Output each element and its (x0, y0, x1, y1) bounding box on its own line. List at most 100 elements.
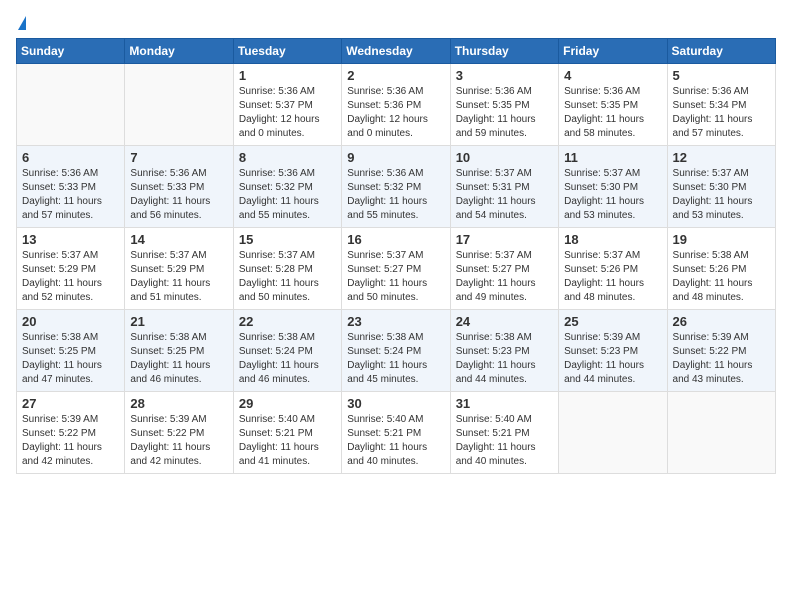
day-detail: Sunrise: 5:36 AM Sunset: 5:35 PM Dayligh… (564, 85, 661, 141)
calendar-cell: 16Sunrise: 5:37 AM Sunset: 5:27 PM Dayli… (342, 228, 450, 310)
calendar-cell (17, 64, 125, 146)
calendar-week-row: 20 Sunrise: 5:38 AM Sunset: 5:25 PM Dayli… (17, 310, 776, 392)
logo-triangle-icon (18, 16, 26, 30)
calendar-week-row: 13 Sunrise: 5:37 AM Sunset: 5:29 PM Dayli… (17, 228, 776, 310)
calendar-cell: 28 Sunrise: 5:39 AM Sunset: 5:22 PM Dayli… (125, 392, 233, 474)
day-number: 31 (456, 396, 553, 411)
weekday-header: Monday (125, 39, 233, 64)
day-detail: Sunrise: 5:39 AM Sunset: 5:22 PM Dayligh… (673, 331, 770, 387)
calendar-table: SundayMondayTuesdayWednesdayThursdayFrid… (16, 38, 776, 474)
day-number: 21 (130, 314, 227, 329)
day-detail: Sunrise: 5:38 AM Sunset: 5:23 PM Dayligh… (456, 331, 553, 387)
calendar-cell: 26Sunrise: 5:39 AM Sunset: 5:22 PM Dayli… (667, 310, 775, 392)
day-detail: Sunrise: 5:36 AM Sunset: 5:34 PM Dayligh… (673, 85, 770, 141)
day-number: 29 (239, 396, 336, 411)
calendar-cell: 13 Sunrise: 5:37 AM Sunset: 5:29 PM Dayli… (17, 228, 125, 310)
calendar-cell: 30Sunrise: 5:40 AM Sunset: 5:21 PM Dayli… (342, 392, 450, 474)
day-number: 4 (564, 68, 661, 83)
day-detail: Sunrise: 5:40 AM Sunset: 5:21 PM Dayligh… (347, 413, 444, 469)
calendar-cell: 2 Sunrise: 5:36 AM Sunset: 5:36 PM Daylig… (342, 64, 450, 146)
day-number: 9 (347, 150, 444, 165)
calendar-cell: 21Sunrise: 5:38 AM Sunset: 5:25 PM Dayli… (125, 310, 233, 392)
day-detail: Sunrise: 5:37 AM Sunset: 5:30 PM Dayligh… (673, 167, 770, 223)
calendar-cell: 9 Sunrise: 5:36 AM Sunset: 5:32 PM Daylig… (342, 146, 450, 228)
calendar-cell: 5 Sunrise: 5:36 AM Sunset: 5:34 PM Daylig… (667, 64, 775, 146)
day-number: 19 (673, 232, 770, 247)
day-number: 18 (564, 232, 661, 247)
day-number: 12 (673, 150, 770, 165)
calendar-cell: 17 Sunrise: 5:37 AM Sunset: 5:27 PM Dayli… (450, 228, 558, 310)
calendar-week-row: 27 Sunrise: 5:39 AM Sunset: 5:22 PM Dayli… (17, 392, 776, 474)
day-number: 20 (22, 314, 119, 329)
day-detail: Sunrise: 5:39 AM Sunset: 5:22 PM Dayligh… (22, 413, 119, 469)
day-number: 16 (347, 232, 444, 247)
day-number: 13 (22, 232, 119, 247)
calendar-cell: 23 Sunrise: 5:38 AM Sunset: 5:24 PM Dayli… (342, 310, 450, 392)
day-detail: Sunrise: 5:36 AM Sunset: 5:32 PM Dayligh… (239, 167, 336, 223)
day-number: 24 (456, 314, 553, 329)
calendar-cell: 22Sunrise: 5:38 AM Sunset: 5:24 PM Dayli… (233, 310, 341, 392)
calendar-cell: 10 Sunrise: 5:37 AM Sunset: 5:31 PM Dayli… (450, 146, 558, 228)
day-number: 10 (456, 150, 553, 165)
day-number: 2 (347, 68, 444, 83)
day-detail: Sunrise: 5:38 AM Sunset: 5:24 PM Dayligh… (347, 331, 444, 387)
day-detail: Sunrise: 5:37 AM Sunset: 5:29 PM Dayligh… (130, 249, 227, 305)
calendar-cell: 11Sunrise: 5:37 AM Sunset: 5:30 PM Dayli… (559, 146, 667, 228)
day-number: 5 (673, 68, 770, 83)
calendar-cell: 20 Sunrise: 5:38 AM Sunset: 5:25 PM Dayli… (17, 310, 125, 392)
day-detail: Sunrise: 5:37 AM Sunset: 5:28 PM Dayligh… (239, 249, 336, 305)
calendar-cell: 24 Sunrise: 5:38 AM Sunset: 5:23 PM Dayli… (450, 310, 558, 392)
day-number: 22 (239, 314, 336, 329)
day-number: 11 (564, 150, 661, 165)
day-detail: Sunrise: 5:36 AM Sunset: 5:36 PM Dayligh… (347, 85, 444, 141)
calendar-cell: 29 Sunrise: 5:40 AM Sunset: 5:21 PM Dayli… (233, 392, 341, 474)
weekday-header: Thursday (450, 39, 558, 64)
day-detail: Sunrise: 5:38 AM Sunset: 5:26 PM Dayligh… (673, 249, 770, 305)
day-detail: Sunrise: 5:36 AM Sunset: 5:33 PM Dayligh… (22, 167, 119, 223)
day-number: 23 (347, 314, 444, 329)
day-detail: Sunrise: 5:38 AM Sunset: 5:25 PM Dayligh… (22, 331, 119, 387)
calendar-cell: 31 Sunrise: 5:40 AM Sunset: 5:21 PM Dayli… (450, 392, 558, 474)
day-detail: Sunrise: 5:36 AM Sunset: 5:33 PM Dayligh… (130, 167, 227, 223)
calendar-cell: 4 Sunrise: 5:36 AM Sunset: 5:35 PM Daylig… (559, 64, 667, 146)
calendar-cell (559, 392, 667, 474)
day-detail: Sunrise: 5:37 AM Sunset: 5:29 PM Dayligh… (22, 249, 119, 305)
day-number: 15 (239, 232, 336, 247)
calendar-cell: 18 Sunrise: 5:37 AM Sunset: 5:26 PM Dayli… (559, 228, 667, 310)
day-detail: Sunrise: 5:37 AM Sunset: 5:27 PM Dayligh… (456, 249, 553, 305)
weekday-header: Sunday (17, 39, 125, 64)
weekday-header: Wednesday (342, 39, 450, 64)
day-number: 8 (239, 150, 336, 165)
day-detail: Sunrise: 5:39 AM Sunset: 5:23 PM Dayligh… (564, 331, 661, 387)
day-number: 7 (130, 150, 227, 165)
day-number: 28 (130, 396, 227, 411)
calendar-cell (667, 392, 775, 474)
day-number: 3 (456, 68, 553, 83)
day-detail: Sunrise: 5:40 AM Sunset: 5:21 PM Dayligh… (239, 413, 336, 469)
day-detail: Sunrise: 5:36 AM Sunset: 5:35 PM Dayligh… (456, 85, 553, 141)
weekday-header: Friday (559, 39, 667, 64)
weekday-header-row: SundayMondayTuesdayWednesdayThursdayFrid… (17, 39, 776, 64)
calendar-cell: 12 Sunrise: 5:37 AM Sunset: 5:30 PM Dayli… (667, 146, 775, 228)
calendar-cell (125, 64, 233, 146)
day-detail: Sunrise: 5:40 AM Sunset: 5:21 PM Dayligh… (456, 413, 553, 469)
weekday-header: Saturday (667, 39, 775, 64)
day-detail: Sunrise: 5:36 AM Sunset: 5:32 PM Dayligh… (347, 167, 444, 223)
day-number: 27 (22, 396, 119, 411)
day-number: 17 (456, 232, 553, 247)
calendar-cell: 3 Sunrise: 5:36 AM Sunset: 5:35 PM Daylig… (450, 64, 558, 146)
day-detail: Sunrise: 5:39 AM Sunset: 5:22 PM Dayligh… (130, 413, 227, 469)
calendar-cell: 6Sunrise: 5:36 AM Sunset: 5:33 PM Daylig… (17, 146, 125, 228)
day-detail: Sunrise: 5:37 AM Sunset: 5:31 PM Dayligh… (456, 167, 553, 223)
calendar-cell: 7 Sunrise: 5:36 AM Sunset: 5:33 PM Daylig… (125, 146, 233, 228)
weekday-header: Tuesday (233, 39, 341, 64)
calendar-week-row: 1Sunrise: 5:36 AM Sunset: 5:37 PM Daylig… (17, 64, 776, 146)
day-detail: Sunrise: 5:37 AM Sunset: 5:26 PM Dayligh… (564, 249, 661, 305)
calendar-cell: 8 Sunrise: 5:36 AM Sunset: 5:32 PM Daylig… (233, 146, 341, 228)
page-header (16, 16, 776, 30)
day-number: 25 (564, 314, 661, 329)
calendar-cell: 19 Sunrise: 5:38 AM Sunset: 5:26 PM Dayli… (667, 228, 775, 310)
calendar-cell: 14Sunrise: 5:37 AM Sunset: 5:29 PM Dayli… (125, 228, 233, 310)
calendar-cell: 15 Sunrise: 5:37 AM Sunset: 5:28 PM Dayli… (233, 228, 341, 310)
calendar-cell: 25 Sunrise: 5:39 AM Sunset: 5:23 PM Dayli… (559, 310, 667, 392)
